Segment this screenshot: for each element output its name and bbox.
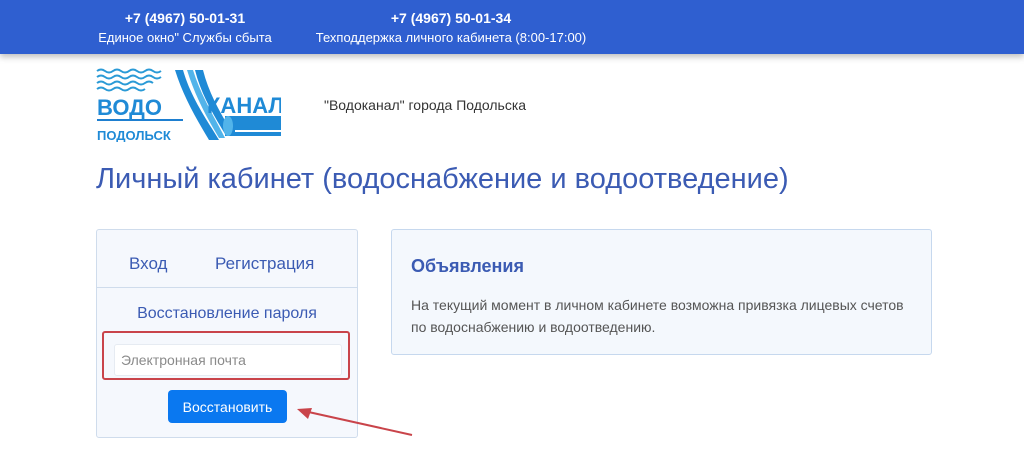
tab-login[interactable]: Вход bbox=[129, 254, 167, 274]
restore-button[interactable]: Восстановить bbox=[168, 390, 287, 423]
svg-text:КАНАЛ: КАНАЛ bbox=[207, 93, 281, 118]
support-phone-description: Техподдержка личного кабинета (8:00-17:0… bbox=[315, 30, 587, 45]
announcements-title: Объявления bbox=[411, 256, 524, 276]
password-recovery-title: Восстановление пароля bbox=[137, 305, 317, 322]
svg-text:ВОДО: ВОДО bbox=[97, 95, 162, 120]
top-contact-bar: +7 (4967) 50-01-31 Единое окно" Службы с… bbox=[0, 0, 1024, 54]
announcements-panel: Объявления На текущий момент в личном ка… bbox=[391, 229, 932, 355]
billing-phone-description: Единое окно" Службы сбыта bbox=[98, 30, 272, 45]
billing-phone-link[interactable]: +7 (4967) 50-01-31 bbox=[96, 9, 274, 27]
page-title: Личный кабинет (водоснабжение и водоотве… bbox=[96, 163, 789, 195]
announcements-text: На текущий момент в личном кабинете возм… bbox=[411, 297, 904, 335]
email-input[interactable] bbox=[114, 344, 342, 376]
contact-support: +7 (4967) 50-01-34 Техподдержка личного … bbox=[308, 9, 594, 47]
annotation-arrow-icon bbox=[297, 408, 413, 436]
tab-registration[interactable]: Регистрация bbox=[215, 254, 314, 274]
organization-caption: "Водоканал" города Подольска bbox=[324, 97, 527, 113]
support-phone-link[interactable]: +7 (4967) 50-01-34 bbox=[308, 9, 594, 27]
vodokanal-logo[interactable]: ВОДО КАНАЛ ПОДОЛЬСК bbox=[95, 68, 281, 142]
contact-billing: +7 (4967) 50-01-31 Единое окно" Службы с… bbox=[96, 9, 274, 47]
auth-tabs: Вход Регистрация bbox=[97, 230, 357, 288]
svg-text:ПОДОЛЬСК: ПОДОЛЬСК bbox=[97, 128, 171, 142]
